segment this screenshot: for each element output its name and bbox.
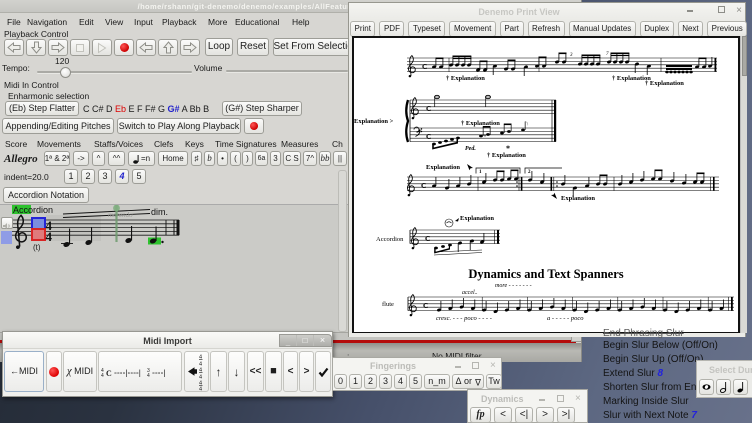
svg-text:dim.: dim.	[151, 207, 168, 217]
svg-text:more - - - - - -: more - - - - - - -	[495, 283, 532, 289]
svg-text:Accordion: Accordion	[13, 205, 53, 215]
svg-text:2: 2	[528, 170, 531, 175]
svg-text:4: 4	[46, 229, 53, 244]
svg-text:◦◦◦◦|: ◦◦◦◦|	[152, 368, 165, 377]
svg-text:4: 4	[199, 386, 202, 391]
svg-text:† Explanation: † Explanation	[446, 75, 485, 82]
svg-text:Explanation: Explanation	[460, 215, 494, 222]
svg-text:Explanation: Explanation	[426, 164, 460, 171]
svg-text:Explanation: Explanation	[561, 195, 595, 202]
svg-text:Accordion: Accordion	[376, 236, 404, 243]
svg-text:4: 4	[101, 373, 104, 379]
svg-text:Ped.: Ped.	[465, 146, 476, 152]
svg-text:◦◦◦◦|◦◦◦◦|: ◦◦◦◦|◦◦◦◦|	[114, 368, 141, 377]
svg-text:4: 4	[147, 373, 150, 379]
svg-text:C: C	[106, 369, 112, 378]
svg-text:3: 3	[570, 53, 573, 58]
svg-text:Dynamics and Text Spanners: Dynamics and Text Spanners	[468, 267, 623, 281]
svg-text:a - - - - - poco: a - - - - - poco	[547, 315, 584, 322]
svg-text:1: 1	[479, 170, 482, 175]
svg-text:† Explanation: † Explanation	[487, 152, 526, 159]
svg-text:morendo: morendo	[108, 211, 133, 219]
svg-text:accel..: accel..	[462, 290, 478, 296]
svg-text:† Explanation: † Explanation	[645, 80, 684, 87]
svg-text:cresc. - - - poco - -: cresc. - - - poco - - - -	[436, 315, 492, 322]
svg-text:flute: flute	[382, 301, 394, 308]
svg-text:7: 7	[606, 52, 609, 57]
svg-text:(t): (t)	[33, 243, 41, 252]
svg-text:† Explanation: † Explanation	[461, 120, 500, 127]
svg-text:Explanation >: Explanation >	[354, 118, 394, 125]
